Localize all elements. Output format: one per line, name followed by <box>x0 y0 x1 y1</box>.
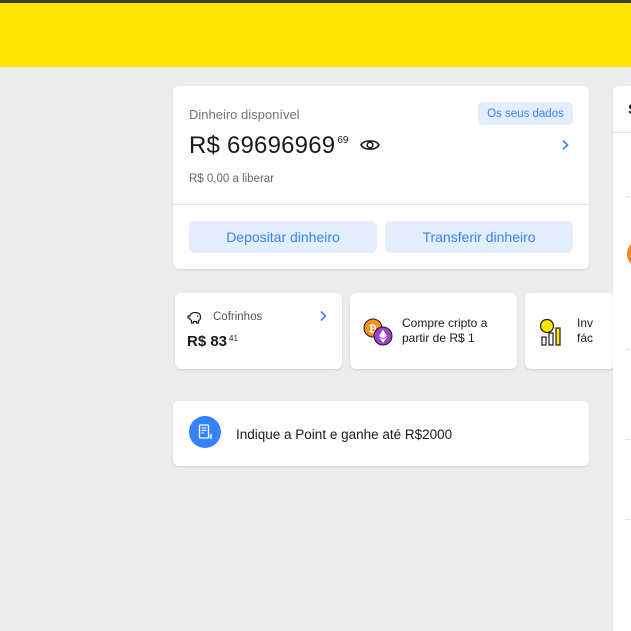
divider <box>627 439 630 440</box>
invest-promo-text: Inv fác <box>577 316 593 346</box>
crypto-coins-icon: ₿ <box>363 318 393 346</box>
refer-text: Indique a Point e ganhe até R$2000 <box>236 427 453 442</box>
invest-line-1: Inv <box>577 316 594 330</box>
piggy-bank-amount: R$ 83 41 <box>187 333 238 350</box>
chevron-right-icon[interactable] <box>560 139 570 151</box>
right-side-panel: S <box>613 86 631 631</box>
piggy-bank-main-value: R$ 83 <box>187 333 228 350</box>
crypto-line-1: Compre cripto a <box>402 316 488 330</box>
your-data-button[interactable]: Os seus dados <box>478 102 573 125</box>
crypto-promo-text: Compre cripto a partir de R$ 1 <box>402 316 512 346</box>
divider <box>173 204 589 205</box>
invest-card[interactable]: Inv fác <box>525 293 615 369</box>
to-release-text: R$ 0,00 a liberar <box>189 173 275 185</box>
divider <box>613 132 631 133</box>
app-header <box>0 3 631 67</box>
piggy-bank-cents: 41 <box>229 334 238 343</box>
deposit-button[interactable]: Depositar dinheiro <box>189 221 377 253</box>
crypto-line-2: partir de R$ 1 <box>402 331 475 345</box>
balance-amount: R$ 69696969 69 <box>189 132 381 160</box>
svg-text:$: $ <box>209 434 212 441</box>
point-device-icon: $ <box>189 416 221 448</box>
crypto-card[interactable]: ₿ Compre cripto a partir de R$ 1 <box>350 293 517 369</box>
piggy-bank-card[interactable]: Cofrinhos R$ 83 41 <box>175 293 342 369</box>
invest-line-2: fác <box>577 331 594 345</box>
piggy-bank-label: Cofrinhos <box>213 311 263 323</box>
piggy-bank-icon <box>187 311 202 324</box>
divider <box>627 519 630 520</box>
divider <box>627 349 630 350</box>
investment-chart-icon <box>539 318 561 346</box>
transfer-button[interactable]: Transferir dinheiro <box>385 221 573 253</box>
refer-point-card[interactable]: $ Indique a Point e ganhe até R$2000 <box>173 401 589 466</box>
divider <box>627 196 630 197</box>
eye-icon[interactable] <box>360 137 381 153</box>
orange-avatar <box>627 239 631 269</box>
balance-card: Dinheiro disponível Os seus dados R$ 696… <box>173 86 589 269</box>
balance-cents: 69 <box>337 135 349 146</box>
balance-label: Dinheiro disponível <box>189 107 300 122</box>
chevron-right-icon[interactable] <box>318 310 328 322</box>
balance-main-value: R$ 69696969 <box>189 132 336 159</box>
